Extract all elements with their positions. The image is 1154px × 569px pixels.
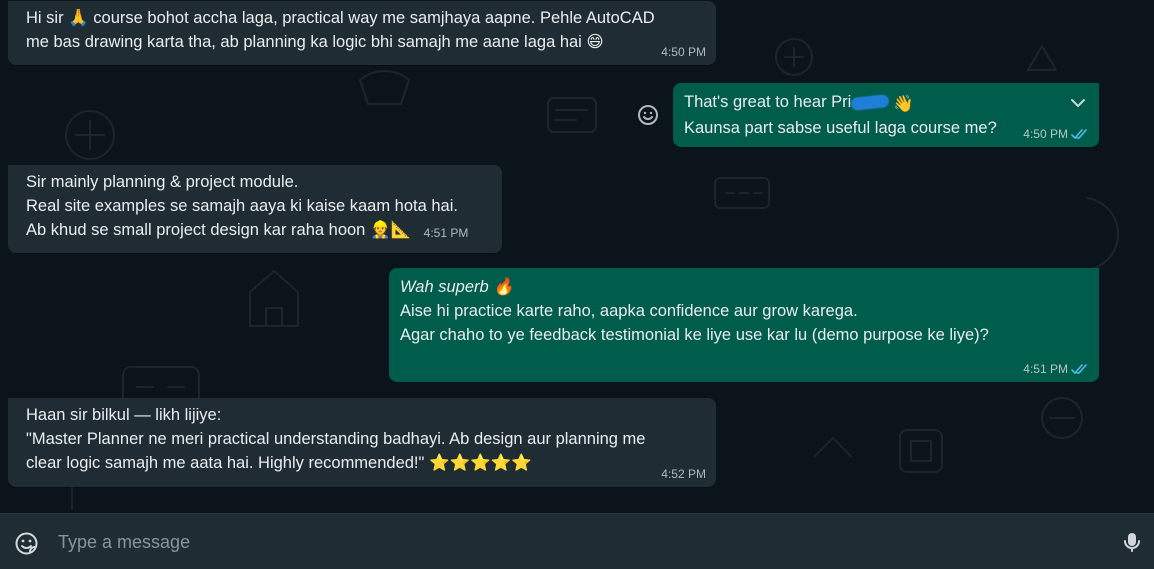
message-text-line: Ab khud se small project design kar raha… [26,221,469,240]
message-emoji: 👋 [893,94,914,113]
message-composer [0,513,1154,569]
message-text-line: clear logic samajh me aata hai. Highly r… [26,454,532,472]
chevron-down-icon[interactable] [1069,94,1087,112]
message-text-line: Sir mainly planning & project module. [26,173,299,191]
redacted-name-overlay [850,94,890,112]
message-bubble-incoming[interactable]: Haan sir bilkul — likh lijiye: "Master P… [8,398,716,487]
message-timestamp: 4:52 PM [661,467,706,481]
message-text-line: Hi sir 🙏 course bohot accha laga, practi… [26,9,655,27]
message-timestamp: 4:50 PM [1023,127,1089,141]
sticker-icon[interactable] [14,531,39,556]
message-text-line: That's great to hear Pri 👋 [684,90,1089,116]
message-bubble-incoming[interactable]: Hi sir 🙏 course bohot accha laga, practi… [8,1,716,65]
message-text-line: Wah superb 🔥 [400,278,514,296]
message-timestamp: 4:50 PM [661,45,706,59]
message-timestamp: 4:51 PM [1023,362,1089,376]
double-check-read-icon [1071,363,1087,374]
double-check-read-icon [1071,128,1087,139]
message-text-line: Aise hi practice karte raho, aapka confi… [400,302,858,320]
emoji-reaction-icon[interactable] [636,103,660,127]
message-bubble-outgoing[interactable]: Wah superb 🔥 Aise hi practice karte raho… [389,268,1099,382]
message-text-fragment: That's great to hear Pri [684,93,852,111]
message-text-line: me bas drawing karta tha, ab planning ka… [26,33,604,51]
microphone-icon[interactable] [1120,530,1144,554]
message-input[interactable] [58,525,1098,559]
message-bubble-outgoing[interactable]: That's great to hear Pri 👋 Kaunsa part sa… [673,83,1099,147]
message-text-line: Agar chaho to ye feedback testimonial ke… [400,326,989,344]
message-text-line: Haan sir bilkul — likh lijiye: [26,406,222,424]
message-text-line: Real site examples se samajh aaya ki kai… [26,197,458,215]
message-text-line: "Master Planner ne meri practical unders… [26,430,646,448]
chat-area: Hi sir 🙏 course bohot accha laga, practi… [0,0,1154,513]
message-bubble-incoming[interactable]: Sir mainly planning & project module. Re… [8,165,502,253]
message-timestamp: 4:51 PM [423,226,469,240]
